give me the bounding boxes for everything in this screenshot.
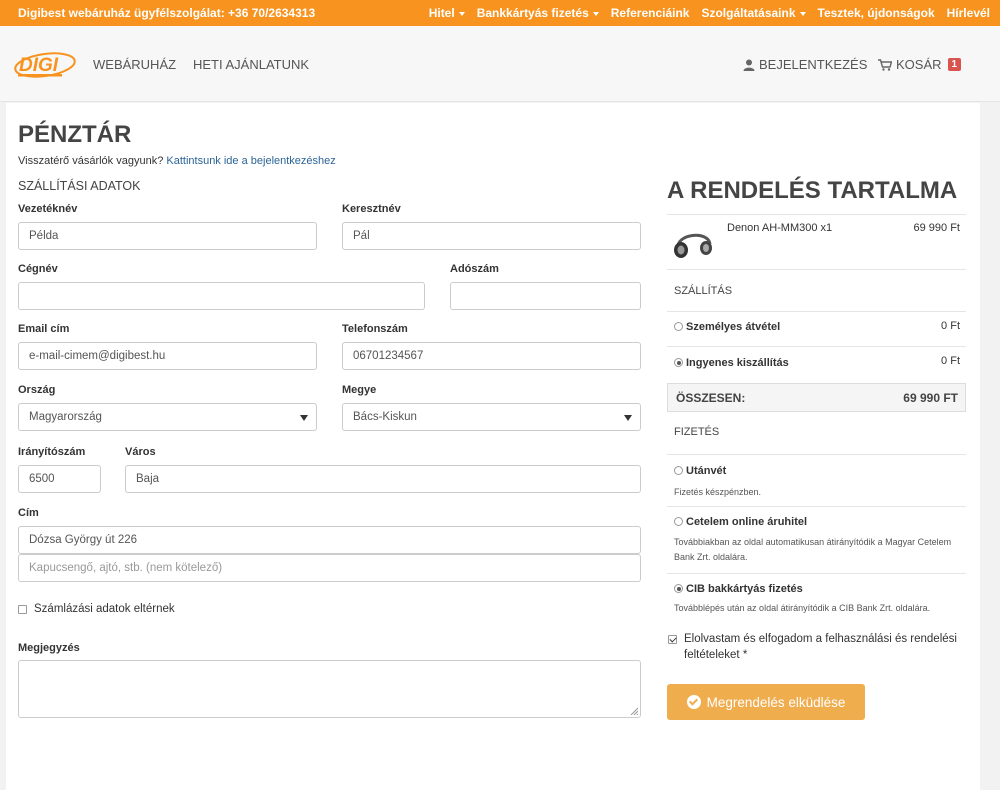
address-extra-input[interactable]: Kapucsengő, ajtó, stb. (nem kötelező) [18,554,641,582]
nav-webaruhaz[interactable]: Webáruház [93,57,176,72]
payment-desc-cetelem: Továbbiakban az oldal automatikusan átir… [674,537,952,562]
divider [667,269,966,270]
chevron-down-icon [458,11,465,16]
cart-icon [878,58,892,71]
digi-logo[interactable]: DIGI [12,46,76,80]
payment-option-cetelem[interactable]: Cetelem online áruhitel [686,516,807,528]
divider [667,573,966,574]
shipping-title: Szállítás [674,285,733,297]
county-value: Bács-Kiskun [353,411,417,423]
submit-label: Megrendelés elküdlése [706,694,846,710]
taxnumber-label: Adószám [450,263,499,275]
email-input[interactable]: e-mail-cimem@digibest.hu [18,342,317,370]
total-label: Összesen: [676,391,746,405]
phone-label: Telefonszám [342,323,408,335]
login-link-inline[interactable]: Kattintsunk ide a bejelentkezéshez [166,155,335,167]
top-link-hirlevel[interactable]: Hírlevél [947,6,990,20]
phone-input[interactable]: 06701234567 [342,342,641,370]
payment-radio-cetelem[interactable] [674,517,683,526]
payment-radio-cib[interactable] [674,584,683,593]
firstname-input[interactable]: Pál [342,222,641,250]
top-link-tesztek[interactable]: Tesztek, újdonságok [818,6,935,20]
firstname-label: Keresztnév [342,203,401,215]
logo-text: DIGI [19,55,59,76]
address-input[interactable]: Dózsa György út 226 [18,526,641,554]
nav-heti-ajanlat[interactable]: Heti ajánlatunk [193,57,309,72]
payment-option-cod[interactable]: Utánvét [686,465,726,477]
terms-checkbox[interactable] [668,635,677,644]
payment-title: Fizetés [674,426,720,438]
shipping-radio-free[interactable] [674,358,683,367]
note-textarea[interactable] [18,660,641,718]
hotline-text: Digibest webáruház ügyfélszolgálat: +36 … [18,6,316,20]
top-bar: Digibest webáruház ügyfélszolgálat: +36 … [0,0,1000,26]
county-label: Megye [342,384,377,396]
product-price: 69 990 Ft [913,222,960,234]
top-link-hitel[interactable]: Hitel [429,6,465,20]
city-input[interactable]: Baja [125,465,641,493]
order-summary-title: A rendelés tartalma [667,177,958,204]
shipping-price-personal: 0 Ft [941,320,960,332]
lastname-input[interactable]: Példa [18,222,317,250]
country-select[interactable]: Magyarország [18,403,317,431]
shipping-radio-personal[interactable] [674,322,683,331]
page-title: Pénztár [18,121,132,148]
shipping-option-personal[interactable]: Személyes átvétel [686,321,780,333]
billing-diff-checkbox[interactable] [18,605,27,614]
terms-label: Elolvastam és elfogadom a felhasználási … [684,633,957,661]
top-link-bankkartya[interactable]: Bankkártyás fizetés [477,6,599,20]
address-label: Cím [18,507,39,519]
cart-label: Kosár [896,57,942,72]
payment-desc-cib: Továbblépés után az oldal átirányítódik … [674,603,931,613]
divider [667,311,966,312]
top-links: Hitel Bankkártyás fizetés Referenciáink … [429,6,990,20]
billing-diff-label: Számlázási adatok eltérnek [34,603,175,615]
dropdown-arrow-icon [300,415,308,421]
payment-option-cib[interactable]: CIB bakkártyás fizetés [686,583,803,595]
total-value: 69 990 Ft [903,391,958,405]
cart-link[interactable]: Kosár 1 [878,57,962,72]
company-input[interactable] [18,282,425,310]
shipping-price-free: 0 Ft [941,355,960,367]
country-label: Ország [18,384,56,396]
headphones-image [674,233,712,258]
top-link-szolgaltatasok[interactable]: Szolgáltatásaink [701,6,806,20]
chevron-down-icon [592,11,599,16]
login-link[interactable]: Bejelentkezés [743,57,867,72]
lastname-label: Vezetéknév [18,203,78,215]
shipping-data-title: Szállítási adatok [18,179,141,193]
divider [667,346,966,347]
main-navbar: DIGI Webáruház Heti ajánlatunk Bejelentk… [0,26,1000,102]
zip-label: Irányítószám [18,446,86,458]
divider [667,454,966,455]
dropdown-arrow-icon [624,415,632,421]
cart-count-badge: 1 [947,58,962,71]
company-label: Cégnév [18,263,58,275]
shipping-option-free[interactable]: Ingyenes kiszállítás [686,357,789,369]
divider [667,214,966,215]
note-label: Megjegyzés [18,642,80,654]
submit-order-button[interactable]: Megrendelés elküdlése [667,684,865,720]
divider [667,506,966,507]
city-label: Város [125,446,156,458]
payment-desc-cod: Fizetés készpénzben. [674,487,762,497]
payment-radio-cod[interactable] [674,466,683,475]
chevron-down-icon [799,11,806,16]
zip-input[interactable]: 6500 [18,465,101,493]
top-link-referenciak[interactable]: Referenciáink [611,6,690,20]
user-icon [743,59,755,71]
taxnumber-input[interactable] [450,282,641,310]
resize-handle-icon[interactable] [630,707,638,715]
email-label: Email cím [18,323,70,335]
check-circle-icon [686,695,701,709]
login-label: Bejelentkezés [759,57,868,72]
product-name: Denon AH-MM300 x1 [727,222,833,234]
returning-customer-text: Visszatérő vásárlók vagyunk? Kattintsunk… [18,155,336,167]
country-value: Magyarország [29,411,102,423]
total-row: Összesen: 69 990 Ft [667,383,966,412]
county-select[interactable]: Bács-Kiskun [342,403,641,431]
